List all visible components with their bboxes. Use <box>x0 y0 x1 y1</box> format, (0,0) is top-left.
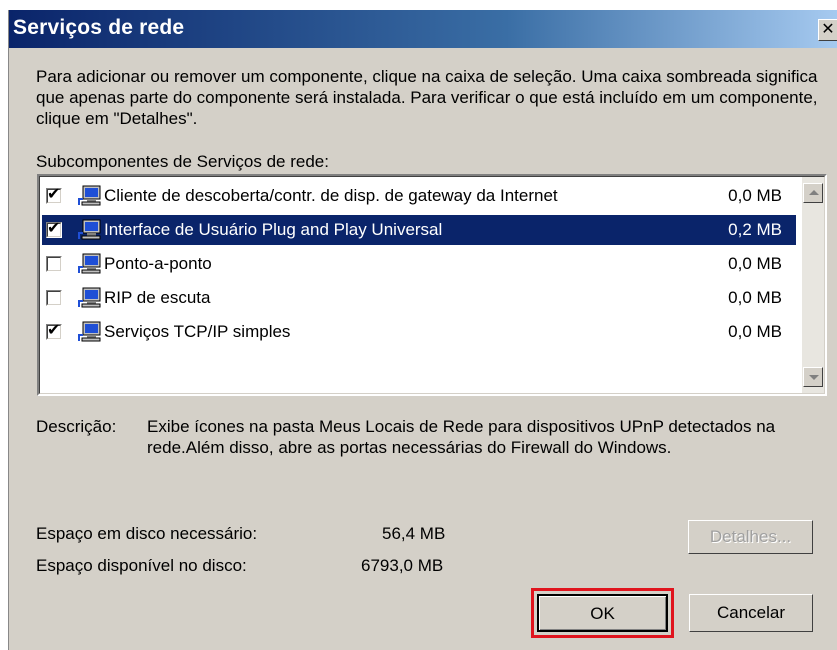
item-label: Interface de Usuário Plug and Play Unive… <box>104 220 443 239</box>
item-size: 0,0 MB <box>728 288 782 307</box>
description-label: Descrição: <box>36 417 117 436</box>
scroll-up-button[interactable] <box>803 183 823 203</box>
list-item[interactable]: ✔ Interface de Usuário Plug and Play Univ… <box>42 215 796 245</box>
item-label: Ponto-a-ponto <box>104 254 212 273</box>
list-item[interactable]: ✔ Serviços TCP/IP simples 0,0 MB <box>42 317 796 347</box>
close-button[interactable]: ✕ <box>818 19 837 41</box>
item-checkbox[interactable]: ✔ <box>46 186 62 204</box>
item-checkbox[interactable]: ✔ <box>46 322 62 340</box>
list-item[interactable]: Ponto-a-ponto 0,0 MB <box>42 249 796 279</box>
cancel-button[interactable]: Cancelar <box>689 594 813 632</box>
disk-required-value: 56,4 MB <box>382 524 446 543</box>
list-item[interactable]: RIP de escuta 0,0 MB <box>42 283 796 313</box>
checkmark-icon: ✔ <box>47 220 61 237</box>
network-computer-icon <box>78 219 101 240</box>
item-size: 0,0 MB <box>728 254 782 273</box>
vertical-scrollbar[interactable] <box>802 177 824 393</box>
disk-available-label: Espaço disponível no disco: <box>36 556 247 575</box>
title-bar: Serviços de rede ✕ <box>9 10 837 48</box>
intro-text: Para adicionar ou remover um componente,… <box>36 67 818 128</box>
list-inner: ✔ Cliente de descoberta/contr. de disp. d… <box>39 176 825 394</box>
ok-button[interactable]: OK <box>537 594 668 632</box>
item-size: 0,0 MB <box>728 322 782 341</box>
item-label: RIP de escuta <box>104 288 211 307</box>
network-computer-icon <box>78 287 101 308</box>
network-services-dialog: Serviços de rede ✕ Para adicionar ou rem… <box>8 10 837 650</box>
item-checkbox[interactable]: ✔ <box>46 220 62 238</box>
scroll-down-icon <box>809 375 819 380</box>
subcomponents-label: Subcomponentes de Serviços de rede: <box>36 152 329 171</box>
disk-available-value: 6793,0 MB <box>361 556 444 575</box>
network-computer-icon <box>78 185 101 206</box>
list-item[interactable]: ✔ Cliente de descoberta/contr. de disp. d… <box>42 181 796 211</box>
details-button[interactable]: Detalhes... <box>688 520 813 554</box>
item-checkbox[interactable] <box>46 290 62 306</box>
item-size: 0,2 MB <box>728 220 782 239</box>
subcomponents-list[interactable]: ✔ Cliente de descoberta/contr. de disp. d… <box>37 174 827 396</box>
item-label: Serviços TCP/IP simples <box>104 322 291 341</box>
scroll-up-icon <box>809 190 819 195</box>
checkmark-icon: ✔ <box>47 186 61 203</box>
window-title: Serviços de rede <box>13 16 185 39</box>
network-computer-icon <box>78 253 101 274</box>
item-label: Cliente de descoberta/contr. de disp. de… <box>104 186 558 205</box>
scroll-down-button[interactable] <box>803 367 823 387</box>
network-computer-icon <box>78 321 101 342</box>
disk-required-label: Espaço em disco necessário: <box>36 524 258 543</box>
description-text: Exibe ícones na pasta Meus Locais de Red… <box>147 417 776 457</box>
close-icon: ✕ <box>821 21 835 38</box>
item-checkbox[interactable] <box>46 256 62 272</box>
checkmark-icon: ✔ <box>47 322 61 339</box>
item-size: 0,0 MB <box>728 186 782 205</box>
